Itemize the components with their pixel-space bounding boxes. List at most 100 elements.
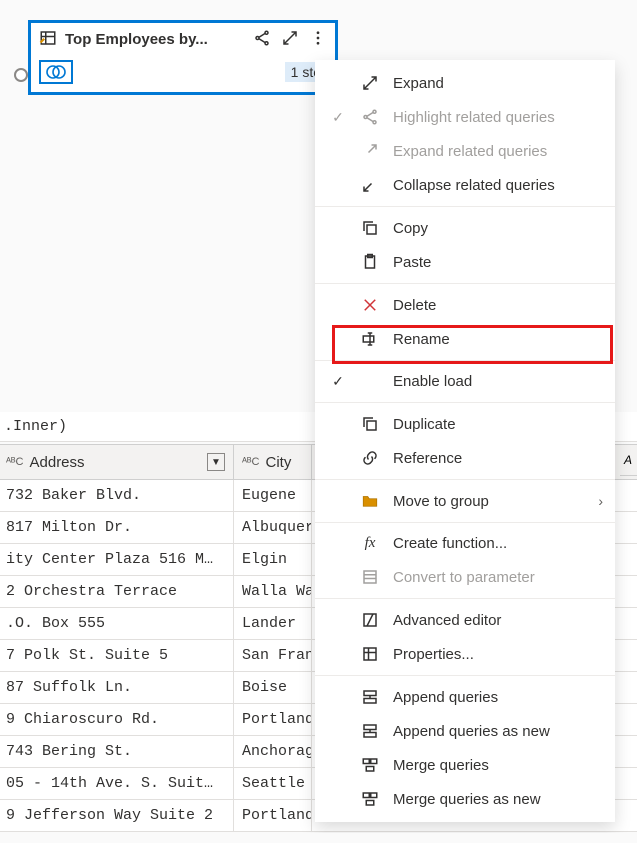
- cell-city: Lander: [234, 608, 312, 639]
- column-label: Address: [30, 454, 85, 471]
- menu-item-advanced-editor[interactable]: Advanced editor: [315, 603, 615, 637]
- query-title: Top Employees by...: [65, 31, 245, 48]
- query-node[interactable]: Top Employees by... 1 ste: [28, 20, 338, 95]
- cell-address: 732 Baker Blvd.: [0, 480, 234, 511]
- editor-icon: [361, 611, 379, 629]
- merge-venn-icon[interactable]: [39, 60, 73, 84]
- cell-city: Anchorag: [234, 736, 312, 767]
- properties-icon: [361, 645, 379, 663]
- cell-address: 817 Milton Dr.: [0, 512, 234, 543]
- menu-separator: [315, 675, 615, 676]
- menu-item-convert-parameter[interactable]: Convert to parameter: [315, 560, 615, 594]
- copy-icon: [361, 219, 379, 237]
- cell-address: 743 Bering St.: [0, 736, 234, 767]
- type-text-icon: ᴬᴮC: [6, 456, 24, 468]
- cell-address: 9 Jefferson Way Suite 2: [0, 800, 234, 831]
- menu-label: Append queries as new: [393, 723, 603, 740]
- menu-label: Properties...: [393, 646, 603, 663]
- menu-item-duplicate[interactable]: Duplicate: [315, 407, 615, 441]
- cell-address: .O. Box 555: [0, 608, 234, 639]
- column-header-city[interactable]: ᴬᴮCCity: [234, 445, 312, 479]
- cell-address: 2 Orchestra Terrace: [0, 576, 234, 607]
- menu-item-rename[interactable]: Rename: [315, 322, 615, 356]
- cell-city: Portland: [234, 704, 312, 735]
- cell-city: Portland: [234, 800, 312, 831]
- share-icon: [361, 108, 379, 126]
- context-menu: Expand ✓ Highlight related queries Expand…: [315, 60, 615, 822]
- cell-address: 7 Polk St. Suite 5: [0, 640, 234, 671]
- menu-item-copy[interactable]: Copy: [315, 211, 615, 245]
- reference-icon: [361, 449, 379, 467]
- cell-city: Walla Wa: [234, 576, 312, 607]
- query-header: Top Employees by...: [31, 23, 335, 56]
- append-icon: [361, 688, 379, 706]
- menu-separator: [315, 206, 615, 207]
- chevron-right-icon: ›: [598, 493, 603, 509]
- menu-separator: [315, 479, 615, 480]
- more-icon[interactable]: [309, 29, 327, 50]
- menu-label: Append queries: [393, 689, 603, 706]
- menu-label: Move to group: [393, 493, 584, 510]
- menu-separator: [315, 283, 615, 284]
- rename-icon: [361, 330, 379, 348]
- parameter-icon: [361, 568, 379, 586]
- paste-icon: [361, 253, 379, 271]
- filter-dropdown-icon[interactable]: ▼: [207, 453, 225, 471]
- check-icon: ✓: [329, 109, 347, 126]
- menu-item-delete[interactable]: Delete: [315, 288, 615, 322]
- cell-city: Albuquer: [234, 512, 312, 543]
- menu-item-highlight-related[interactable]: ✓ Highlight related queries: [315, 100, 615, 134]
- cell-address: 05 - 14th Ave. S. Suit…: [0, 768, 234, 799]
- duplicate-icon: [361, 415, 379, 433]
- fx-icon: fx: [361, 535, 379, 552]
- menu-item-properties[interactable]: Properties...: [315, 637, 615, 671]
- menu-item-merge-queries[interactable]: Merge queries: [315, 748, 615, 782]
- merge-icon: [361, 756, 379, 774]
- cell-city: Seattle: [234, 768, 312, 799]
- menu-item-merge-queries-new[interactable]: Merge queries as new: [315, 782, 615, 816]
- expand-arrows-icon[interactable]: [281, 29, 299, 50]
- menu-item-append-queries[interactable]: Append queries: [315, 680, 615, 714]
- collapse-icon: [361, 176, 379, 194]
- menu-item-enable-load[interactable]: ✓Enable load: [315, 365, 615, 398]
- query-table-icon: [39, 29, 57, 50]
- folder-icon: [361, 492, 379, 510]
- menu-label: Merge queries: [393, 757, 603, 774]
- type-text-icon: ᴬᴮC: [242, 456, 260, 468]
- menu-separator: [315, 360, 615, 361]
- menu-item-collapse-related[interactable]: Collapse related queries: [315, 168, 615, 202]
- menu-label: Rename: [393, 331, 603, 348]
- menu-label: Collapse related queries: [393, 177, 603, 194]
- menu-label: Expand: [393, 75, 603, 92]
- menu-item-reference[interactable]: Reference: [315, 441, 615, 475]
- menu-separator: [315, 402, 615, 403]
- menu-separator: [315, 598, 615, 599]
- merge-new-icon: [361, 790, 379, 808]
- menu-label: Convert to parameter: [393, 569, 603, 586]
- menu-label: Highlight related queries: [393, 109, 603, 126]
- cell-address: ity Center Plaza 516 M…: [0, 544, 234, 575]
- next-column-stub: A: [620, 444, 637, 476]
- expand-out-icon: [361, 142, 379, 160]
- menu-label: Paste: [393, 254, 603, 271]
- menu-item-append-queries-new[interactable]: Append queries as new: [315, 714, 615, 748]
- menu-label: Delete: [393, 297, 603, 314]
- menu-item-expand-related[interactable]: Expand related queries: [315, 134, 615, 168]
- share-icon[interactable]: [253, 29, 271, 50]
- menu-label: Duplicate: [393, 416, 603, 433]
- menu-item-paste[interactable]: Paste: [315, 245, 615, 279]
- menu-label: Copy: [393, 220, 603, 237]
- menu-label: Reference: [393, 450, 603, 467]
- menu-label: Advanced editor: [393, 612, 603, 629]
- menu-item-create-function[interactable]: fx Create function...: [315, 527, 615, 560]
- cell-city: San Fran: [234, 640, 312, 671]
- menu-label: Create function...: [393, 535, 603, 552]
- expand-icon: [361, 74, 379, 92]
- delete-icon: [361, 296, 379, 314]
- menu-item-expand[interactable]: Expand: [315, 66, 615, 100]
- check-icon: ✓: [329, 373, 347, 390]
- menu-item-move-to-group[interactable]: Move to group ›: [315, 484, 615, 518]
- column-header-address[interactable]: ᴬᴮC Address ▼: [0, 445, 234, 479]
- cell-address: 87 Suffolk Ln.: [0, 672, 234, 703]
- cell-city: Boise: [234, 672, 312, 703]
